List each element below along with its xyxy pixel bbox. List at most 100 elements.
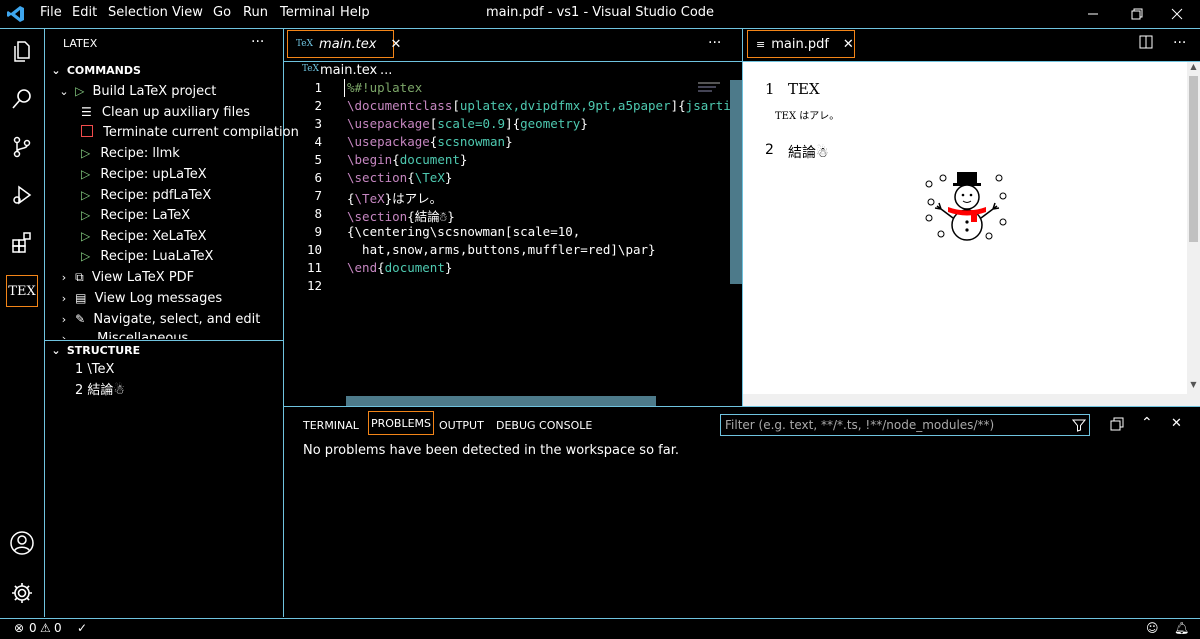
minimize-button[interactable] [1070, 0, 1116, 28]
pdf-tab-bar: ≡ main.pdf ✕ ··· [743, 29, 1200, 62]
sidebar-title: LATEX [63, 37, 98, 50]
latex-sidebar: LATEX ··· ⌄ COMMANDS ⌄ ▷ Build LaTeX pro… [45, 29, 299, 617]
code-line: \section{結論☃} [347, 209, 455, 224]
view-log-item[interactable]: › ▤ View Log messages [57, 288, 295, 308]
line-number: 8 [314, 206, 322, 221]
edit-pencil-icon: ✎ [75, 312, 86, 326]
chevron-right-icon: › [61, 292, 67, 305]
commands-section-header[interactable]: ⌄ COMMANDS [49, 61, 287, 81]
collapse-all-icon[interactable] [1110, 417, 1124, 435]
play-icon: ▷ [81, 167, 91, 181]
play-icon: ▷ [75, 84, 85, 98]
activity-bar: TEX [0, 29, 45, 617]
chevron-down-icon: ⌄ [51, 64, 61, 77]
breadcrumb-rest[interactable]: ... [380, 63, 392, 78]
pdf-bottom-strip [743, 394, 1200, 406]
bottom-panel: TERMINAL PROBLEMS OUTPUT DEBUG CONSOLE F… [284, 406, 1200, 618]
title-bar: File Edit Selection View Go Run Terminal… [0, 0, 1200, 29]
misc-item[interactable]: › Miscellaneous [57, 329, 295, 339]
file-lines-icon: ≡ [756, 37, 766, 51]
panel-tab-output[interactable]: OUTPUT [439, 417, 484, 443]
clean-aux-label: Clean up auxiliary files [101, 105, 250, 120]
maximize-panel-icon[interactable]: ⌃ [1141, 415, 1153, 431]
pdf-section-1-title: TEX [788, 80, 820, 98]
code-line: hat,snow,arms,buttons,muffler=red]\par} [347, 242, 656, 257]
stop-icon [81, 125, 93, 137]
line-number: 12 [306, 278, 322, 293]
menu-help[interactable]: Help [340, 5, 370, 20]
tab-main-tex[interactable]: TeX main.tex ✕ [287, 30, 401, 58]
menu-edit[interactable]: Edit [72, 5, 97, 20]
close-icon[interactable]: ✕ [390, 37, 401, 52]
problems-message: No problems have been detected in the wo… [303, 443, 679, 458]
menu-go[interactable]: Go [213, 5, 231, 20]
tex-file-icon: TeX [296, 39, 314, 49]
more-actions-icon[interactable]: ··· [708, 35, 721, 51]
line-number: 11 [306, 260, 322, 275]
warning-count[interactable]: 0 [54, 621, 62, 635]
pdf-viewer[interactable]: 1 TEX TEX はアレ。 2 結論☃ [743, 62, 1187, 394]
recipe-label: Recipe: LuaLaTeX [100, 249, 214, 264]
error-count[interactable]: 0 [29, 621, 37, 635]
scroll-down-icon[interactable]: ▼ [1188, 380, 1199, 389]
panel-tab-debug-console[interactable]: DEBUG CONSOLE [496, 417, 592, 443]
more-actions-icon[interactable]: ··· [1173, 35, 1186, 51]
notifications-bell-icon[interactable]: 🔔︎ [1174, 621, 1189, 635]
panel-tab-problems[interactable]: PROBLEMS [368, 411, 435, 435]
structure-section-header[interactable]: ⌄ STRUCTURE [49, 341, 287, 361]
pdf-section-2-title: 結論☃ [788, 145, 829, 161]
split-editor-icon[interactable] [1139, 35, 1153, 53]
minimap[interactable] [698, 80, 722, 94]
latex-icon[interactable]: TEX [0, 269, 44, 313]
text-cursor [344, 79, 345, 97]
run-debug-icon[interactable] [0, 173, 44, 217]
scroll-up-icon[interactable]: ▲ [1188, 62, 1199, 71]
chevron-down-icon: ⌄ [59, 85, 69, 98]
extensions-icon[interactable] [0, 221, 44, 265]
close-window-button[interactable] [1154, 0, 1200, 28]
accounts-icon[interactable] [0, 521, 44, 565]
build-latex-item[interactable]: ⌄ ▷ Build LaTeX project [57, 81, 295, 101]
menu-file[interactable]: File [40, 5, 62, 20]
menu-terminal[interactable]: Terminal [280, 5, 335, 20]
editor-horizontal-scrollbar[interactable] [346, 396, 656, 406]
feedback-icon[interactable]: ☺ [1146, 621, 1159, 635]
line-number: 6 [314, 170, 322, 185]
chevron-right-icon: › [61, 271, 67, 284]
code-line: {\TeX}はアレ。 [347, 191, 443, 206]
menu-run[interactable]: Run [243, 5, 268, 20]
pdf-scroll-thumb[interactable] [1189, 76, 1198, 242]
menu-selection[interactable]: Selection [108, 5, 168, 20]
settings-gear-icon[interactable] [0, 571, 44, 615]
code-editor[interactable]: 1 2 3 4 5 6 7 8 9 10 11 12 %#!uplatex \documentclas… [284, 79, 738, 396]
navigate-item[interactable]: › ✎ Navigate, select, and edit [57, 309, 295, 329]
error-icon: ⊗ [14, 621, 25, 635]
line-number: 3 [314, 116, 322, 131]
chevron-right-icon: › [61, 332, 67, 339]
breadcrumb-file[interactable]: main.tex [320, 63, 377, 78]
check-icon[interactable]: ✓ [77, 621, 87, 635]
pdf-scrollbar[interactable]: ▲ ▼ [1187, 62, 1200, 394]
structure-item[interactable]: 1 \TeX [75, 360, 313, 380]
search-icon[interactable] [0, 77, 44, 121]
panel-tab-terminal[interactable]: TERMINAL [303, 417, 359, 443]
filter-icon[interactable] [1071, 418, 1087, 436]
recipe-label: Recipe: XeLaTeX [100, 229, 207, 244]
play-icon: ▷ [81, 146, 91, 160]
code-line: \usepackage[scale=0.9]{geometry} [347, 116, 588, 131]
view-pdf-item[interactable]: › ⧉ View LaTeX PDF [57, 267, 295, 287]
source-control-icon[interactable] [0, 125, 44, 169]
close-panel-icon[interactable]: ✕ [1171, 416, 1182, 431]
editor-vertical-scrollbar[interactable] [730, 80, 742, 284]
explorer-icon[interactable] [0, 29, 44, 73]
structure-item[interactable]: 2 結論☃ [75, 381, 313, 401]
tab-main-pdf[interactable]: ≡ main.pdf ✕ [747, 30, 855, 58]
line-number: 2 [314, 98, 322, 113]
menu-view[interactable]: View [172, 5, 203, 20]
play-icon: ▷ [81, 249, 91, 263]
tex-file-icon: TeX [302, 64, 320, 74]
more-actions-icon[interactable]: ··· [251, 34, 264, 50]
line-number: 7 [314, 188, 322, 203]
close-icon[interactable]: ✕ [843, 37, 854, 52]
problems-filter-input[interactable]: Filter (e.g. text, **/*.ts, !**/node_mod… [720, 414, 1090, 436]
